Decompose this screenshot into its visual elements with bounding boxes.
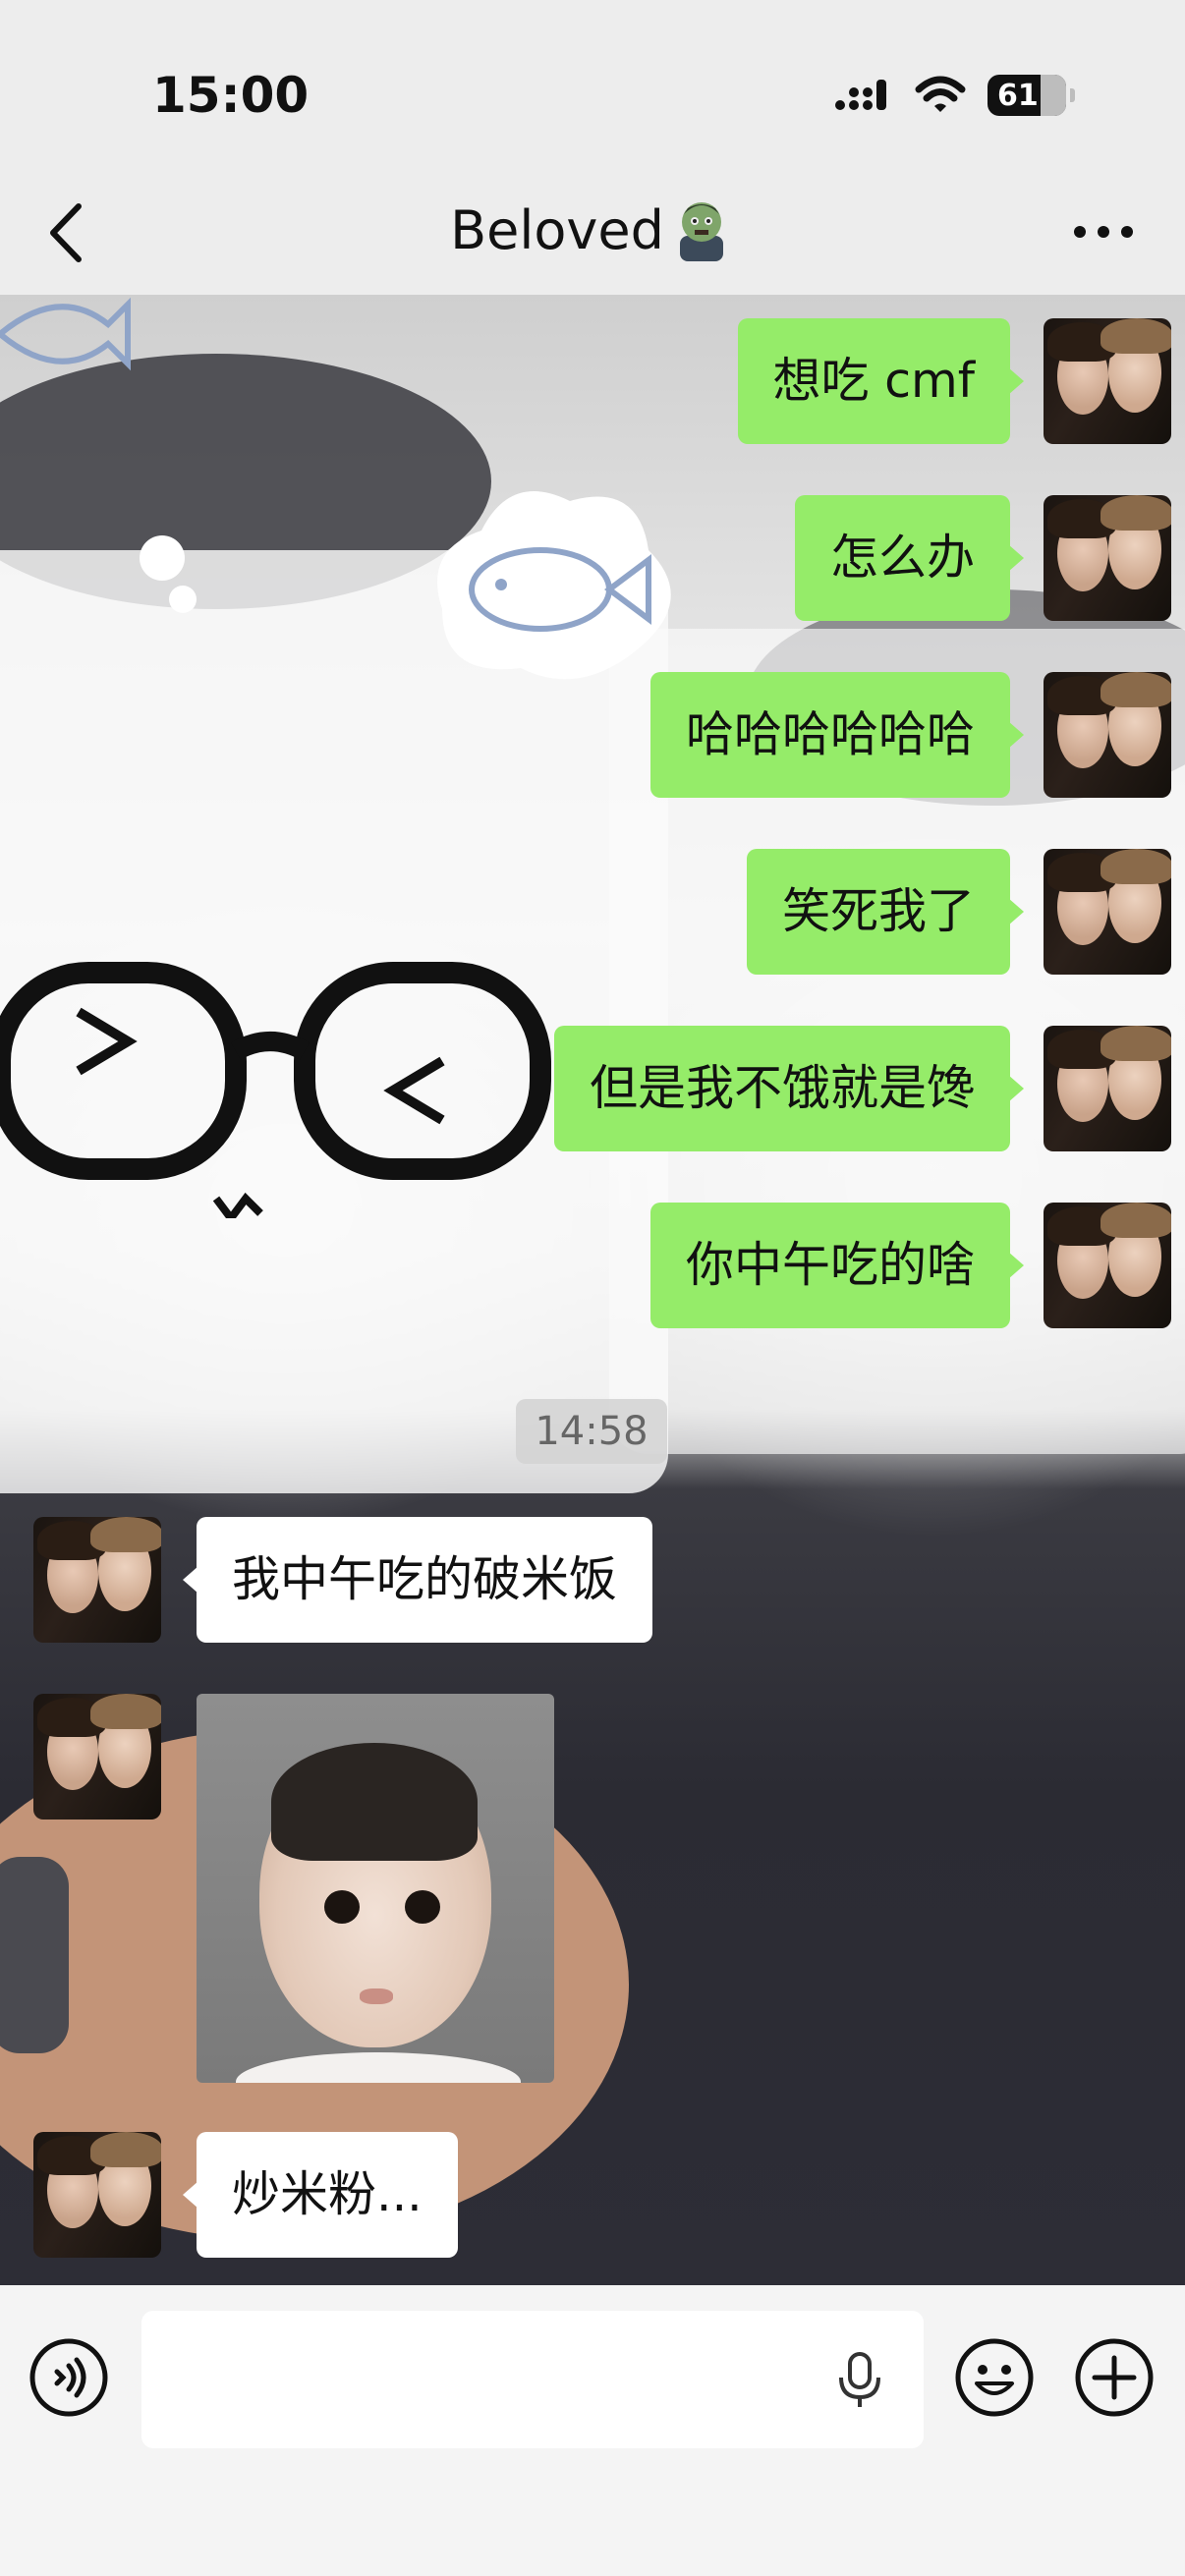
battery-level: 61 bbox=[997, 78, 1039, 113]
status-bar: 15:00 61 bbox=[0, 0, 1185, 177]
message-row: 但是我不饿就是馋 bbox=[553, 1026, 1171, 1151]
avatar[interactable] bbox=[1044, 849, 1171, 975]
status-icons: 61 bbox=[834, 71, 1075, 120]
avatar[interactable] bbox=[33, 1694, 161, 1820]
sent-message-bubble[interactable]: 想吃 cmf bbox=[737, 318, 1024, 444]
emoji-icon[interactable] bbox=[953, 2336, 1036, 2419]
avatar[interactable] bbox=[1044, 1026, 1171, 1151]
message-row: 笑死我了 bbox=[746, 849, 1171, 975]
message-input[interactable] bbox=[141, 2311, 924, 2448]
message-row: 想吃 cmf bbox=[737, 318, 1171, 444]
chat-title[interactable]: Beloved bbox=[0, 196, 1185, 263]
sent-message-bubble[interactable]: 笑死我了 bbox=[746, 849, 1025, 975]
message-row: 炒米粉... bbox=[33, 2132, 458, 2258]
avatar[interactable] bbox=[1044, 1203, 1171, 1328]
avatar[interactable] bbox=[33, 1517, 161, 1643]
received-message-bubble[interactable]: 我中午吃的破米饭 bbox=[182, 1517, 653, 1643]
message-row: 哈哈哈哈哈哈 bbox=[649, 672, 1171, 798]
chat-header: Beloved bbox=[0, 177, 1185, 295]
avatar[interactable] bbox=[1044, 495, 1171, 621]
signal-icon bbox=[835, 80, 886, 110]
message-row: 怎么办 bbox=[794, 495, 1171, 621]
sent-message-bubble[interactable]: 你中午吃的啥 bbox=[649, 1203, 1025, 1328]
wallpaper-glasses-doodle bbox=[0, 962, 551, 1218]
baby-photo-sticker[interactable] bbox=[197, 1694, 554, 2083]
avatar[interactable] bbox=[1044, 318, 1171, 444]
message-timestamp: 14:58 bbox=[516, 1399, 667, 1464]
sent-message-bubble[interactable]: 但是我不饿就是馋 bbox=[553, 1026, 1025, 1151]
message-row: 你中午吃的啥 bbox=[649, 1203, 1171, 1328]
wifi-icon bbox=[915, 76, 966, 112]
more-dots-icon[interactable] bbox=[1071, 212, 1136, 252]
sent-message-bubble[interactable]: 哈哈哈哈哈哈 bbox=[649, 672, 1025, 798]
chat-message-area[interactable]: 想吃 cmf 怎么办 哈哈哈哈哈哈 笑死我了 但是我不饿就是馋 你中午吃的啥 1… bbox=[0, 295, 1185, 2285]
add-plus-icon[interactable] bbox=[1073, 2336, 1156, 2419]
status-time: 15:00 bbox=[152, 67, 310, 124]
home-indicator-area bbox=[0, 2468, 1185, 2576]
avatar[interactable] bbox=[33, 2132, 161, 2258]
message-row: 我中午吃的破米饭 bbox=[33, 1517, 653, 1643]
chat-title-text: Beloved bbox=[450, 198, 664, 261]
microphone-icon[interactable] bbox=[835, 2350, 884, 2411]
message-row bbox=[33, 1694, 554, 2083]
sent-message-bubble[interactable]: 怎么办 bbox=[794, 495, 1025, 621]
received-message-bubble[interactable]: 炒米粉... bbox=[183, 2132, 458, 2258]
zombie-emoji-icon bbox=[679, 202, 723, 261]
voice-mode-icon[interactable] bbox=[28, 2336, 110, 2419]
message-input-bar bbox=[0, 2285, 1185, 2576]
avatar[interactable] bbox=[1044, 672, 1171, 798]
battery-icon: 61 bbox=[988, 75, 1066, 116]
